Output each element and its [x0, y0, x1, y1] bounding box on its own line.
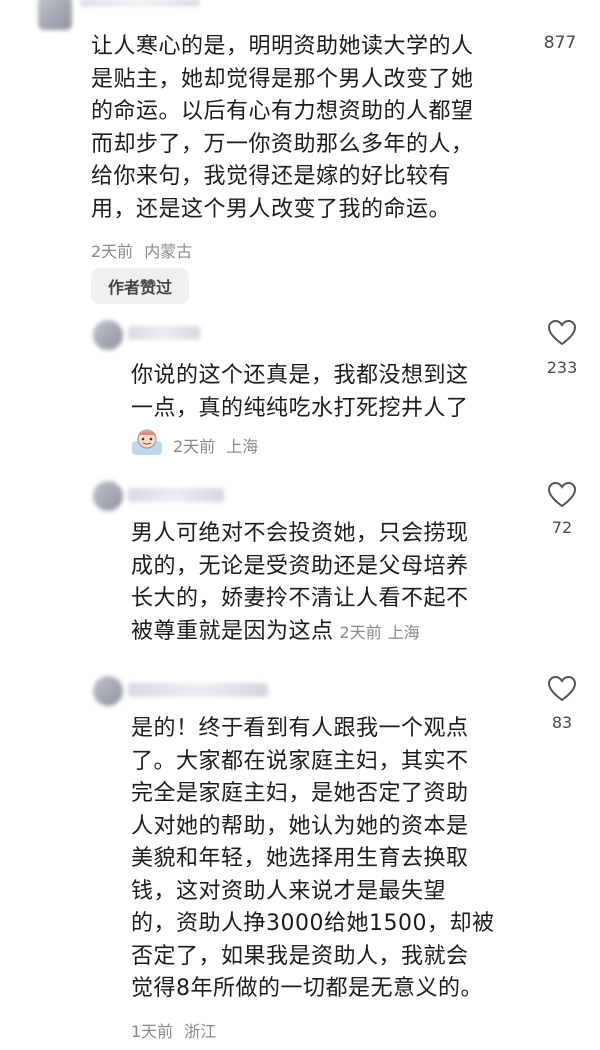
comment-meta: 2天前 上海	[173, 433, 258, 457]
comment-text: 男人可绝对不会投资她，只会捞现 成的，无论是受资助还是父母培养 长大的，娇妻拎不…	[131, 518, 469, 649]
username-blurred[interactable]	[128, 326, 200, 340]
username-blurred[interactable]	[128, 683, 268, 697]
avatar[interactable]	[38, 0, 72, 30]
comment-time: 1天前	[131, 1022, 174, 1041]
avatar[interactable]	[93, 481, 123, 511]
comment-text: 是的！终于看到有人跟我一个观点 了。大家都在说家庭主妇，其实不 完全是家庭主妇，…	[131, 716, 495, 1001]
like-count: 233	[546, 358, 578, 377]
username-blurred[interactable]	[128, 488, 224, 502]
comment-meta: 1天前 浙江	[131, 1018, 216, 1042]
like-count: 83	[551, 713, 573, 732]
avatar[interactable]	[93, 676, 123, 706]
like-count: 72	[551, 518, 573, 537]
comment-text: 让人寒心的是，明明资助她读大学的人 是贴主，她却觉得是那个男人改变了她 的命运。…	[91, 34, 474, 222]
comment-time: 2天前	[91, 242, 134, 261]
like-heart-icon[interactable]	[547, 319, 577, 347]
comment-time: 2天前	[339, 622, 382, 642]
like-heart-icon[interactable]	[547, 675, 577, 703]
like-count: 877	[543, 33, 577, 53]
avatar[interactable]	[93, 320, 123, 350]
comment-location: 上海	[226, 437, 259, 456]
username-blurred[interactable]	[80, 0, 200, 6]
author-liked-badge: 作者赞过	[91, 268, 189, 304]
comment-time: 2天前	[173, 437, 216, 456]
comment-meta: 2天前 内蒙古	[91, 238, 192, 262]
comment-location: 上海	[387, 622, 420, 642]
comment-location: 浙江	[184, 1022, 217, 1041]
emoji-sticker-icon	[132, 429, 162, 455]
comment-location: 内蒙古	[144, 242, 193, 261]
like-heart-icon[interactable]	[547, 481, 577, 509]
comment-text: 你说的这个还真是，我都没想到这 一点，真的纯纯吃水打死挖井人了	[131, 363, 469, 421]
